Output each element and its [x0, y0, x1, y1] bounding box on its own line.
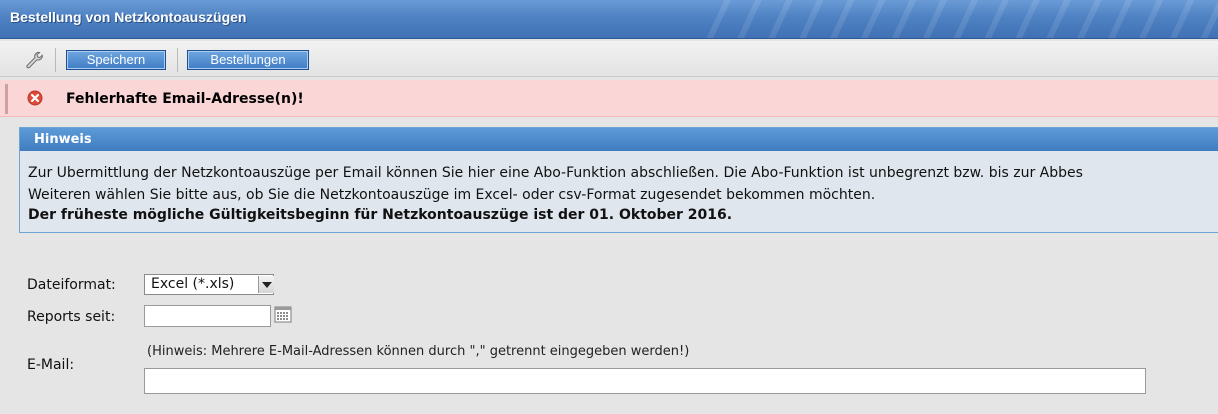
- email-hint-text: (Hinweis: Mehrere E-Mail-Adressen können…: [147, 344, 690, 359]
- calendar-icon[interactable]: [274, 305, 292, 323]
- save-button[interactable]: Speichern: [66, 50, 166, 70]
- error-x-icon: [27, 90, 43, 106]
- reports-since-input[interactable]: [144, 305, 271, 327]
- chevron-down-icon[interactable]: [258, 276, 274, 293]
- hint-text-line-3: Der früheste mögliche Gültigkeitsbeginn …: [28, 207, 733, 223]
- hint-text-line-1: Zur Übermittlung der Netzkontoauszüge pe…: [28, 165, 1083, 181]
- hint-text-line-2: Weiteren wählen Sie bitte aus, ob Sie di…: [28, 187, 876, 203]
- toolbar-separator: [177, 48, 178, 72]
- reports-since-label: Reports seit:: [27, 309, 116, 325]
- file-format-label: Dateiformat:: [27, 277, 116, 293]
- wrench-icon[interactable]: [24, 50, 44, 70]
- toolbar-separator: [55, 48, 56, 72]
- hint-title: Hinweis: [34, 132, 92, 147]
- title-bar-pattern: [700, 0, 1218, 38]
- error-message: Fehlerhafte Email-Adresse(n)!: [66, 91, 304, 107]
- toolbar: [0, 41, 1218, 77]
- email-label: E-Mail:: [27, 357, 75, 373]
- email-input[interactable]: [144, 368, 1146, 394]
- window-title: Bestellung von Netzkontoauszügen: [10, 9, 247, 25]
- hint-header: [20, 128, 1218, 151]
- alert-divider: [5, 84, 8, 114]
- file-format-value[interactable]: Excel (*.xls): [151, 276, 234, 292]
- orders-button[interactable]: Bestellungen: [187, 50, 309, 70]
